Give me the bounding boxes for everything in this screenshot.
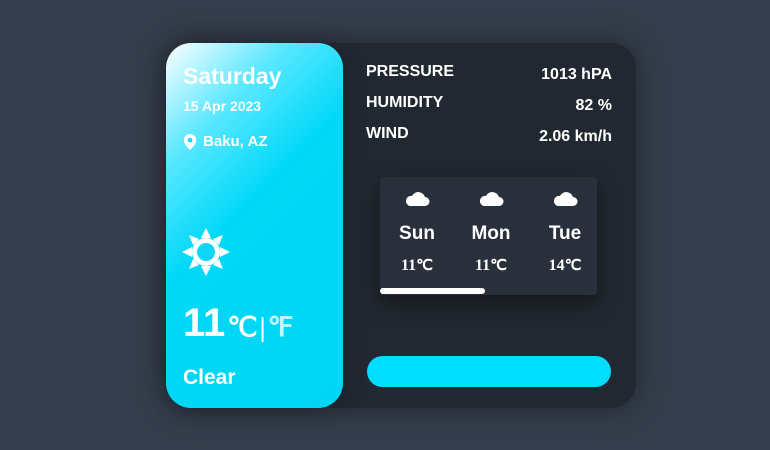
location-pin-icon <box>183 133 197 150</box>
stat-label: PRESSURE <box>366 63 455 80</box>
forecast-temp: 14℃ <box>548 257 582 274</box>
fahrenheit-unit[interactable]: ℉ <box>268 312 294 343</box>
location-text: Baku, AZ <box>203 133 268 150</box>
cloud-icon <box>553 192 578 206</box>
stat-value: 1013 hPA <box>541 66 612 83</box>
forecast-scrollbar[interactable] <box>380 288 485 294</box>
location: Baku, AZ <box>183 133 267 150</box>
weather-description: Clear <box>183 366 236 389</box>
stat-wind: WIND 2.06 km/h <box>366 125 612 156</box>
weather-stats: PRESSURE 1013 hPA HUMIDITY 82 % WIND 2.0… <box>366 63 612 156</box>
weather-card: Saturday 15 Apr 2023 Baku, AZ 11 ℃ | ℉ C… <box>166 43 636 408</box>
stat-label: HUMIDITY <box>366 94 444 111</box>
stat-value: 82 % <box>575 97 612 114</box>
forecast-day-name: Mon <box>471 223 511 244</box>
action-button[interactable] <box>367 356 611 387</box>
stat-pressure: PRESSURE 1013 hPA <box>366 63 612 94</box>
day-name: Saturday <box>183 63 282 89</box>
unit-separator: | <box>259 312 266 342</box>
sun-icon <box>182 228 230 276</box>
cloud-icon <box>405 192 430 206</box>
forecast-strip[interactable]: Sun 11℃ Mon 11℃ Tue 14℃ <box>380 177 597 295</box>
stat-label: WIND <box>366 125 409 142</box>
today-panel: Saturday 15 Apr 2023 Baku, AZ 11 ℃ | ℉ C… <box>166 43 343 408</box>
forecast-day-name: Sun <box>399 223 435 244</box>
celsius-unit[interactable]: ℃ <box>227 312 257 343</box>
forecast-day-name: Tue <box>548 223 582 244</box>
stat-humidity: HUMIDITY 82 % <box>366 94 612 125</box>
stat-value: 2.06 km/h <box>539 128 612 145</box>
forecast-temp: 11℃ <box>401 257 433 274</box>
forecast-temp: 11℃ <box>475 257 507 274</box>
cloud-icon <box>479 192 504 206</box>
date-text: 15 Apr 2023 <box>183 98 262 114</box>
current-temperature: 11 ℃ | ℉ <box>183 301 293 346</box>
temperature-value: 11 <box>183 301 226 345</box>
